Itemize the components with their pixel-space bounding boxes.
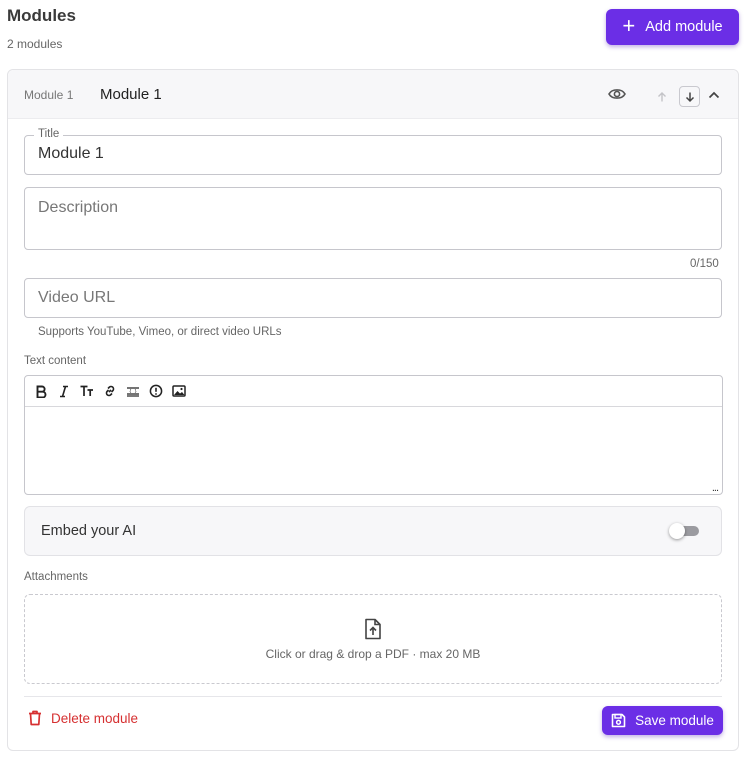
embed-ai-panel: Embed your AI xyxy=(24,506,722,556)
module-index-label: Module 1 xyxy=(24,88,74,102)
description-field[interactable] xyxy=(24,187,722,250)
save-module-button[interactable]: Save module xyxy=(602,706,723,735)
dropzone-text: Click or drag & drop a PDF · max 20 MB xyxy=(265,647,481,661)
file-upload-icon xyxy=(363,618,383,640)
italic-icon[interactable] xyxy=(56,383,72,399)
video-url-help: Supports YouTube, Vimeo, or direct video… xyxy=(38,326,282,338)
text-content-label: Text content xyxy=(24,355,87,367)
chevron-up-icon xyxy=(708,91,720,99)
editor-toolbar: { } xyxy=(25,376,722,407)
description-placeholder: Description xyxy=(38,199,119,216)
collapse-button[interactable] xyxy=(706,86,722,104)
description-char-count: 0/150 xyxy=(690,258,719,270)
save-module-label: Save module xyxy=(635,713,714,728)
module-count: 2 modules xyxy=(7,37,63,51)
pdf-dropzone[interactable]: Click or drag & drop a PDF · max 20 MB xyxy=(24,594,722,684)
resize-handle-icon[interactable]: ... xyxy=(712,482,719,494)
bold-icon[interactable] xyxy=(33,383,49,399)
trash-icon xyxy=(29,710,41,726)
delete-module-button[interactable]: Delete module xyxy=(28,710,138,726)
embed-ai-toggle[interactable] xyxy=(669,523,699,539)
code-icon[interactable]: { } xyxy=(125,383,141,399)
eye-icon[interactable] xyxy=(608,86,626,102)
module-card-header[interactable]: Module 1 Module 1 xyxy=(8,70,738,119)
toggle-knob xyxy=(669,523,685,539)
title-field-value: Module 1 xyxy=(38,145,104,162)
save-icon xyxy=(611,713,626,728)
video-url-field[interactable] xyxy=(24,278,722,318)
attachments-label: Attachments xyxy=(24,571,88,583)
svg-text:{ }: { } xyxy=(129,389,137,395)
add-module-button[interactable]: + Add module xyxy=(606,9,739,45)
video-url-placeholder: Video URL xyxy=(38,289,116,306)
module-name: Module 1 xyxy=(100,86,162,103)
footer-divider xyxy=(24,696,722,697)
page-title: Modules xyxy=(7,6,76,25)
title-field-label: Title xyxy=(34,128,64,140)
add-module-label: Add module xyxy=(645,19,723,35)
move-up-button[interactable] xyxy=(652,87,672,107)
move-down-button[interactable] xyxy=(679,86,700,107)
image-icon[interactable] xyxy=(171,383,187,399)
arrow-up-icon xyxy=(658,92,666,102)
rich-text-editor[interactable]: { } ... xyxy=(24,375,723,495)
module-card: Module 1 Module 1 Title Module 1 Descrip… xyxy=(7,69,739,751)
title-field[interactable] xyxy=(24,135,722,175)
plus-icon: + xyxy=(622,13,636,38)
text-size-icon[interactable] xyxy=(79,383,95,399)
embed-ai-label: Embed your AI xyxy=(41,523,137,539)
link-icon[interactable] xyxy=(102,383,118,399)
alert-icon[interactable] xyxy=(148,383,164,399)
delete-module-label: Delete module xyxy=(51,710,139,726)
arrow-down-icon xyxy=(685,92,694,102)
